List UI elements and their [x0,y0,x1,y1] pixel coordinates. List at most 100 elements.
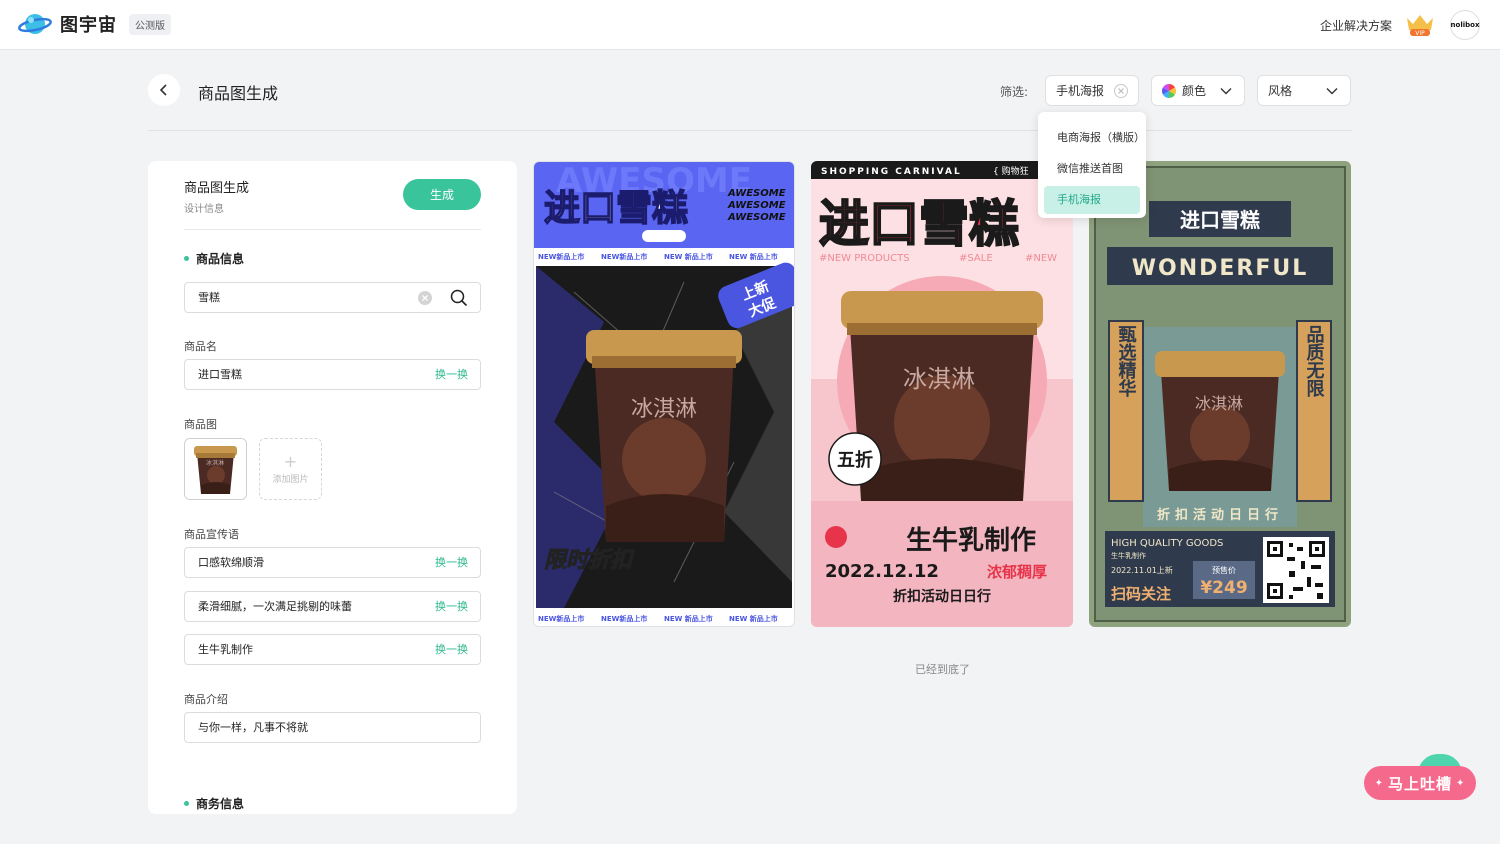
add-image-button[interactable]: + 添加图片 [259,438,322,500]
vip-label: VIP [1415,30,1425,37]
poster-3-title: 进口雪糕 [1180,208,1260,232]
chevron-down-icon [1326,88,1338,95]
svg-text:{ 购物狂: { 购物狂 [993,165,1029,177]
crown-icon: VIP [1407,15,1433,37]
section-dot [184,256,189,261]
svg-text:NEW 新品上市: NEW 新品上市 [664,614,713,623]
poster-card-3[interactable]: 进口雪糕 WONDERFUL 甄选精华 品质无限 冰淇淋 折扣活动日日行 HIG… [1089,161,1351,627]
poster-card-2[interactable]: SHOPPING CARNIVAL { 购物狂 进口雪糕 #NEW PRODUC… [811,161,1073,627]
app-name: 图宇宙 [60,15,117,36]
svg-text:#NEW: #NEW [1025,253,1057,264]
product-name-input[interactable]: 进口雪糕 换一换 [184,359,481,390]
svg-text:NEW新品上市: NEW新品上市 [538,252,584,261]
planet-logo-icon [18,14,52,34]
svg-text:浓郁稠厚: 浓郁稠厚 [987,563,1047,581]
poster-1-bottom-title: 限时折扣 [544,548,635,573]
product-search-input[interactable]: 雪糕 [184,282,481,313]
design-panel: 商品图生成 设计信息 生成 商品信息 雪糕 商品名 进口雪糕 换一换 商品图 冰… [148,161,517,814]
generate-button[interactable]: 生成 [403,179,481,210]
svg-text:HIGH QUALITY GOODS: HIGH QUALITY GOODS [1111,538,1223,549]
svg-text:AWESOME: AWESOME [727,200,786,211]
swap-button[interactable]: 换一换 [435,548,468,577]
slogan-value: 柔滑细腻，一次满足挑剔的味蕾 [198,600,352,613]
dropdown-item-ecommerce[interactable]: 电商海报（横版） [1044,124,1145,152]
feedback-button[interactable]: ✦ 马上吐槽 ✦ [1364,766,1476,800]
sparkle-icon: ✦ [1374,777,1384,789]
poster-2-title: 进口雪糕 [819,195,1019,253]
section-business-label: 商务信息 [196,797,245,811]
svg-text:AWESOME: AWESOME [727,188,786,199]
svg-text:¥249: ¥249 [1200,578,1247,598]
poster-2-badge: 五折 [837,449,873,471]
svg-text:NEW新品上市: NEW新品上市 [538,614,584,623]
svg-text:生牛乳制作: 生牛乳制作 [1111,551,1146,560]
intro-input[interactable]: 与你一样，凡事不将就 [184,712,481,743]
sparkle-icon: ✦ [1456,777,1466,789]
color-wheel-icon [1162,83,1176,98]
swap-button[interactable]: 换一换 [435,635,468,664]
poster-3-artwork: 进口雪糕 WONDERFUL 甄选精华 品质无限 冰淇淋 折扣活动日日行 HIG… [1094,166,1346,622]
product-image-label: 商品图 [184,418,217,431]
slogan-input-2[interactable]: 柔滑细腻，一次满足挑剔的味蕾 换一换 [184,591,481,622]
poster-card-1[interactable]: AWESOME 进口雪糕 AWESOME AWESOME AWESOME NEW… [533,161,795,627]
svg-text:扫码关注: 扫码关注 [1111,585,1171,603]
type-filter-select[interactable]: 手机海报 [1045,75,1139,106]
dropdown-item-wechat[interactable]: 微信推送首图 [1044,155,1140,183]
end-of-list-text: 已经到底了 [915,663,970,676]
page-title: 商品图生成 [198,84,279,103]
svg-text:NEW 新品上市: NEW 新品上市 [664,252,713,261]
style-filter-select[interactable]: 风格 [1257,75,1351,106]
clear-icon[interactable] [418,291,432,305]
panel-title: 商品图生成 [184,181,250,196]
swap-button[interactable]: 换一换 [435,592,468,621]
clear-icon[interactable] [1114,84,1128,98]
svg-text:2022.12.12: 2022.12.12 [825,561,939,582]
svg-text:#SALE: #SALE [959,253,993,264]
svg-text:预售价: 预售价 [1212,565,1236,575]
poster-3-footer: 折扣活动日日行 [1157,507,1283,523]
poster-2-cup-text: 冰淇淋 [903,365,975,393]
intro-label: 商品介绍 [184,693,228,706]
panel-divider [184,229,481,230]
poster-2-artwork: SHOPPING CARNIVAL { 购物狂 进口雪糕 #NEW PRODUC… [811,161,1073,627]
svg-text:NEW新品上市: NEW新品上市 [601,252,647,261]
search-value: 雪糕 [198,291,220,304]
avatar[interactable]: nolibox [1450,10,1480,40]
feedback-label: 马上吐槽 [1387,774,1452,793]
add-image-label: 添加图片 [272,474,309,485]
vip-badge[interactable]: VIP [1404,12,1436,41]
poster-2-headline: 生牛乳制作 [906,526,1036,556]
poster-3-wonderful: WONDERFUL [1132,256,1309,281]
filter-label: 筛选: [1000,85,1029,99]
search-icon[interactable] [450,289,468,307]
slogan-input-3[interactable]: 生牛乳制作 换一换 [184,634,481,665]
slogan-input-1[interactable]: 口感软绵顺滑 换一换 [184,547,481,578]
type-filter-value: 手机海报 [1056,84,1105,98]
type-filter-dropdown: 电商海报（横版） 微信推送首图 手机海报 [1038,112,1146,218]
slogan-label: 商品宣传语 [184,528,239,541]
product-image-thumbnail[interactable]: 冰淇淋 [184,438,247,500]
section-product-info: 商品信息 [184,250,244,267]
slogan-value: 口感软绵顺滑 [198,556,264,569]
slogan-value: 生牛乳制作 [198,643,253,656]
chevron-down-icon [1220,88,1232,95]
color-filter-select[interactable]: 颜色 [1151,75,1245,106]
section-business-info: 商务信息 [184,795,244,812]
svg-text:2022.11.01上新: 2022.11.01上新 [1111,565,1173,575]
svg-text:甄选精华: 甄选精华 [1116,325,1137,398]
enterprise-link[interactable]: 企业解决方案 [1320,17,1392,34]
section-product-label: 商品信息 [196,252,245,266]
panel-subtitle: 设计信息 [184,204,224,215]
section-dot [184,801,189,806]
poster-2-footer: 折扣活动日日行 [893,588,991,605]
poster-1-artwork: AWESOME 进口雪糕 AWESOME AWESOME AWESOME NEW… [534,162,794,626]
color-filter-label: 颜色 [1182,84,1207,98]
svg-text:NEW新品上市: NEW新品上市 [601,614,647,623]
swap-button[interactable]: 换一换 [435,360,468,389]
logo[interactable]: 图宇宙 公测版 [18,11,171,37]
back-button[interactable] [148,74,180,106]
intro-value: 与你一样，凡事不将就 [198,721,308,734]
svg-text:品质无限: 品质无限 [1304,325,1325,398]
product-name-value: 进口雪糕 [198,368,242,381]
dropdown-item-mobile[interactable]: 手机海报 [1044,186,1140,214]
